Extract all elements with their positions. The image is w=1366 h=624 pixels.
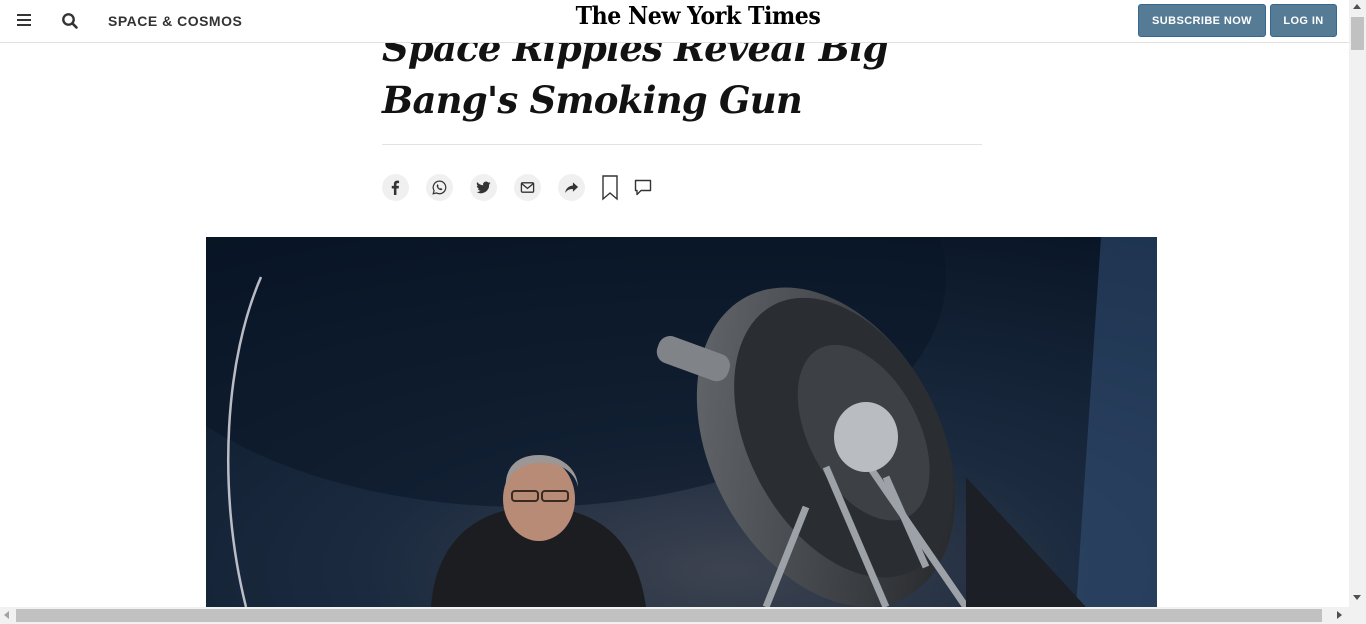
share-whatsapp-button[interactable] xyxy=(426,174,453,201)
subscribe-button[interactable]: SUBSCRIBE NOW xyxy=(1138,4,1266,37)
share-arrow-icon xyxy=(565,182,579,194)
horizontal-scrollbar[interactable] xyxy=(0,607,1366,624)
twitter-icon xyxy=(476,181,491,194)
telescope-photo-illustration xyxy=(206,237,1157,607)
comment-icon[interactable] xyxy=(634,179,652,196)
masthead: SPACE & COSMOS The New York Times SUBSCR… xyxy=(0,0,1349,43)
scroll-left-icon[interactable] xyxy=(4,611,9,619)
facebook-icon xyxy=(391,180,400,195)
share-twitter-button[interactable] xyxy=(470,174,497,201)
scroll-down-icon[interactable] xyxy=(1353,595,1361,600)
email-icon xyxy=(520,182,535,193)
whatsapp-icon xyxy=(432,180,447,195)
login-button[interactable]: LOG IN xyxy=(1270,4,1337,37)
share-email-button[interactable] xyxy=(514,174,541,201)
share-facebook-button[interactable] xyxy=(382,174,409,201)
scroll-right-icon[interactable] xyxy=(1337,611,1342,619)
lead-photo xyxy=(206,237,1157,607)
divider xyxy=(382,144,982,145)
horizontal-scroll-thumb[interactable] xyxy=(16,609,1322,622)
bookmark-icon[interactable] xyxy=(601,175,619,201)
more-share-button[interactable] xyxy=(558,174,585,201)
vertical-scrollbar[interactable] xyxy=(1349,0,1366,607)
